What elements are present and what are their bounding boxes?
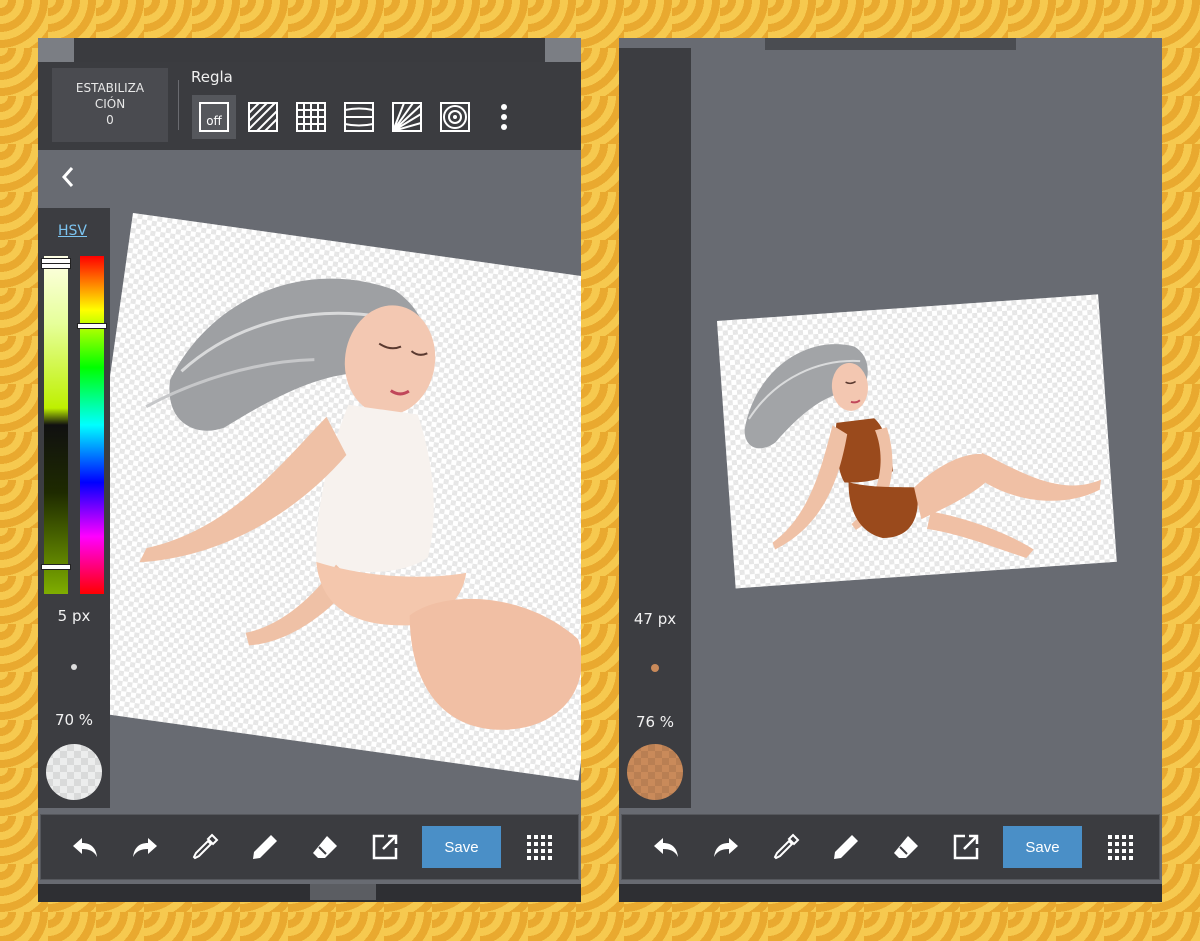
radial-lines-icon <box>392 102 422 132</box>
eraser-icon <box>313 836 337 858</box>
export-icon <box>372 834 398 860</box>
eyedropper-icon <box>773 833 800 860</box>
more-vertical-icon[interactable] <box>494 102 514 132</box>
eyedropper-icon <box>192 833 219 860</box>
undo-icon <box>654 838 678 857</box>
menu-grid-button[interactable] <box>1100 827 1140 867</box>
eraser-button[interactable] <box>886 827 926 867</box>
redo-button[interactable] <box>706 827 746 867</box>
hue-slider[interactable] <box>77 256 107 594</box>
perspective-lines-icon <box>344 102 374 132</box>
export-icon <box>953 834 979 860</box>
opacity-label: 76 % <box>635 713 675 731</box>
toolbar-divider <box>178 80 179 130</box>
brush-size-label: 5 px <box>57 607 91 625</box>
ruler-off-icon: off <box>199 102 229 132</box>
brush-size-preview <box>651 664 659 672</box>
hue-handle[interactable] <box>77 323 107 329</box>
grid-menu-icon <box>527 835 552 860</box>
redo-icon <box>714 838 738 857</box>
undo-button[interactable] <box>65 827 105 867</box>
parallel-lines-icon <box>248 102 278 132</box>
status-strip <box>619 38 1162 62</box>
opacity-label: 70 % <box>54 711 94 729</box>
redo-button[interactable] <box>125 827 165 867</box>
ruler-perspective-button[interactable] <box>337 95 381 139</box>
concentric-circles-icon <box>440 102 470 132</box>
chevron-left-icon[interactable] <box>58 164 78 190</box>
current-color-swatch[interactable] <box>627 744 683 800</box>
ruler-toolbar: ESTABILIZA CIÓN 0 Regla off <box>38 62 581 150</box>
color-panel: 47 px 76 % <box>619 48 691 808</box>
artwork-figure <box>744 344 1101 559</box>
status-strip <box>38 38 581 62</box>
redo-icon <box>133 838 157 857</box>
sv-bottom-handle[interactable] <box>41 564 71 570</box>
system-nav-strip <box>619 884 1162 902</box>
save-button[interactable]: Save <box>422 826 501 868</box>
nav-handle[interactable] <box>310 884 376 900</box>
eyedropper-button[interactable] <box>185 827 225 867</box>
drawing-canvas[interactable] <box>717 294 1117 589</box>
stabilization-button[interactable]: ESTABILIZA CIÓN 0 <box>52 68 168 142</box>
stabilization-label-2: CIÓN <box>94 97 126 111</box>
pen-icon <box>834 835 858 859</box>
eyedropper-button[interactable] <box>766 827 806 867</box>
menu-grid-button[interactable] <box>519 827 559 867</box>
right-screenshot: 47 px 76 % Save <box>619 38 1162 902</box>
brush-size-label: 47 px <box>633 610 677 628</box>
ruler-title: Regla <box>191 68 233 86</box>
undo-button[interactable] <box>646 827 686 867</box>
ruler-off-label: off <box>206 114 222 128</box>
ruler-grid-button[interactable] <box>289 95 333 139</box>
current-color-swatch[interactable] <box>46 744 102 800</box>
save-button[interactable]: Save <box>1003 826 1082 868</box>
pen-button[interactable] <box>826 827 866 867</box>
ruler-concentric-button[interactable] <box>433 95 477 139</box>
ruler-radial-button[interactable] <box>385 95 429 139</box>
bottom-toolbar: Save <box>621 814 1160 880</box>
undo-icon <box>73 838 97 857</box>
ruler-off-button[interactable]: off <box>192 95 236 139</box>
pen-button[interactable] <box>245 827 285 867</box>
bottom-toolbar: Save <box>40 814 579 880</box>
drawing-canvas[interactable] <box>63 213 581 781</box>
grid-icon <box>296 102 326 132</box>
artwork-figure <box>139 278 581 730</box>
system-nav-strip <box>38 884 581 902</box>
pen-icon <box>253 835 277 859</box>
saturation-value-slider[interactable] <box>41 256 71 594</box>
brush-size-preview <box>71 664 77 670</box>
color-panel: HSV 5 px 70 % <box>38 208 110 808</box>
stabilization-value: 0 <box>106 113 114 127</box>
hsv-mode-link[interactable]: HSV <box>58 223 87 239</box>
export-button[interactable] <box>365 827 405 867</box>
sv-handle[interactable] <box>41 263 71 269</box>
export-button[interactable] <box>946 827 986 867</box>
eraser-button[interactable] <box>305 827 345 867</box>
left-screenshot: ESTABILIZA CIÓN 0 Regla off HSV 5 px 70 … <box>38 38 581 902</box>
stabilization-label-1: ESTABILIZA <box>75 81 145 95</box>
ruler-parallel-button[interactable] <box>241 95 285 139</box>
grid-menu-icon <box>1108 835 1133 860</box>
eraser-icon <box>894 836 918 858</box>
